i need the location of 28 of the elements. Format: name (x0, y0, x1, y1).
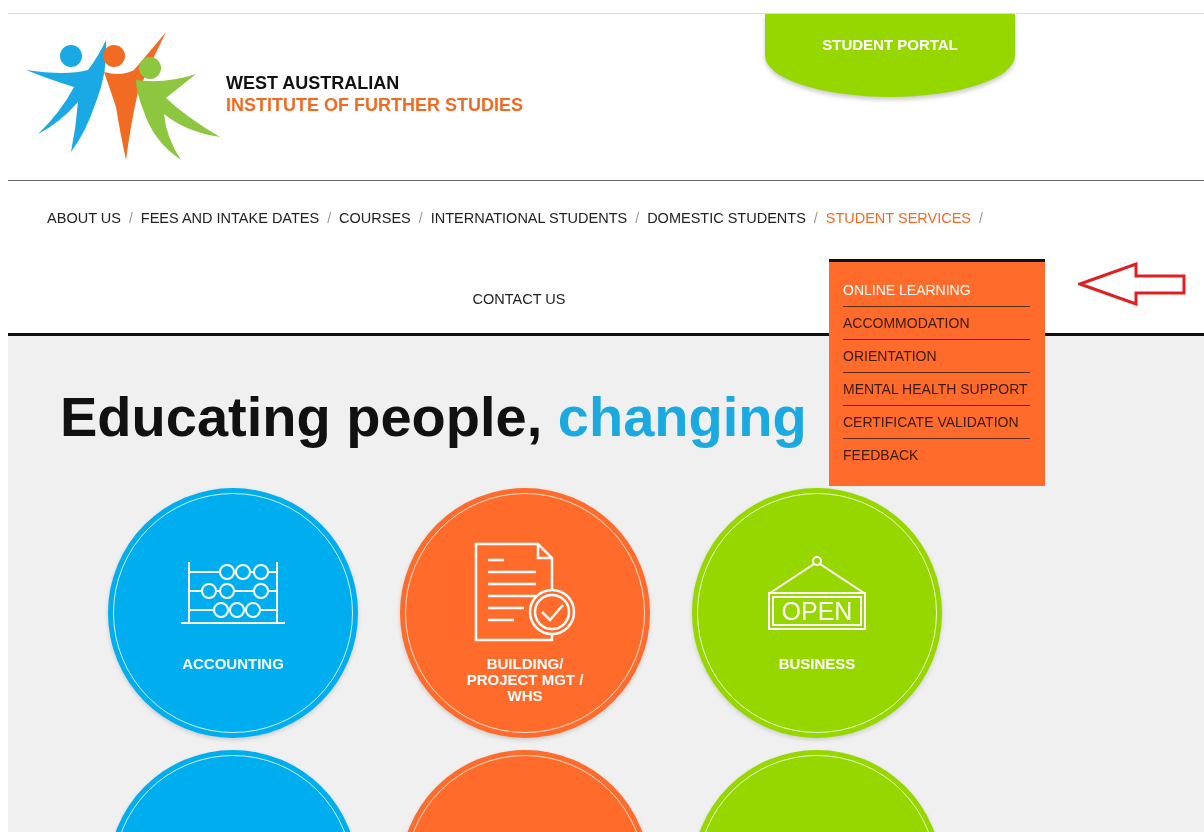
dropdown-item[interactable]: ACCOMMODATION (843, 307, 1030, 340)
dropdown-item[interactable]: ORIENTATION (843, 340, 1030, 373)
nav-separator: / (979, 209, 983, 229)
abacus-icon (181, 560, 285, 626)
nav-link[interactable]: ABOUT US (47, 208, 121, 230)
dropdown-item[interactable]: ONLINE LEARNING (843, 274, 1030, 307)
dropdown-item[interactable]: CERTIFICATE VALIDATION (843, 406, 1030, 439)
nav-separator: / (128, 209, 133, 229)
nav-link[interactable]: INTERNATIONAL STUDENTS (430, 208, 628, 230)
dropdown-item[interactable]: FEEDBACK (843, 439, 1030, 472)
nav-link[interactable]: STUDENT SERVICES (825, 208, 972, 230)
nav-separator: / (418, 209, 423, 229)
nav-separator: / (813, 209, 818, 229)
course-label: BUSINESS (778, 656, 856, 672)
nav-separator: / (635, 209, 640, 229)
document-check-icon (474, 542, 576, 644)
logo-title: WEST AUSTRALIAN (226, 72, 401, 94)
course-label: ACCOUNTING (182, 656, 284, 672)
logo-subtitle: INSTITUTE OF FURTHER STUDIES (226, 94, 523, 116)
nav-link[interactable]: COURSES (339, 208, 411, 230)
dropdown-item[interactable]: MENTAL HEALTH SUPPORT (843, 373, 1030, 406)
nav-separator: / (327, 209, 332, 229)
nav-link[interactable]: DOMESTIC STUDENTS (647, 208, 806, 230)
nav-link[interactable]: FEES AND INTAKE DATES (140, 208, 320, 230)
nav-link[interactable]: CONTACT US (472, 288, 566, 311)
course-label: BUILDING/ PROJECT MGT / WHS (466, 656, 584, 704)
headline: Educating people, changing (60, 384, 807, 450)
left-arrow-icon (1078, 262, 1188, 306)
